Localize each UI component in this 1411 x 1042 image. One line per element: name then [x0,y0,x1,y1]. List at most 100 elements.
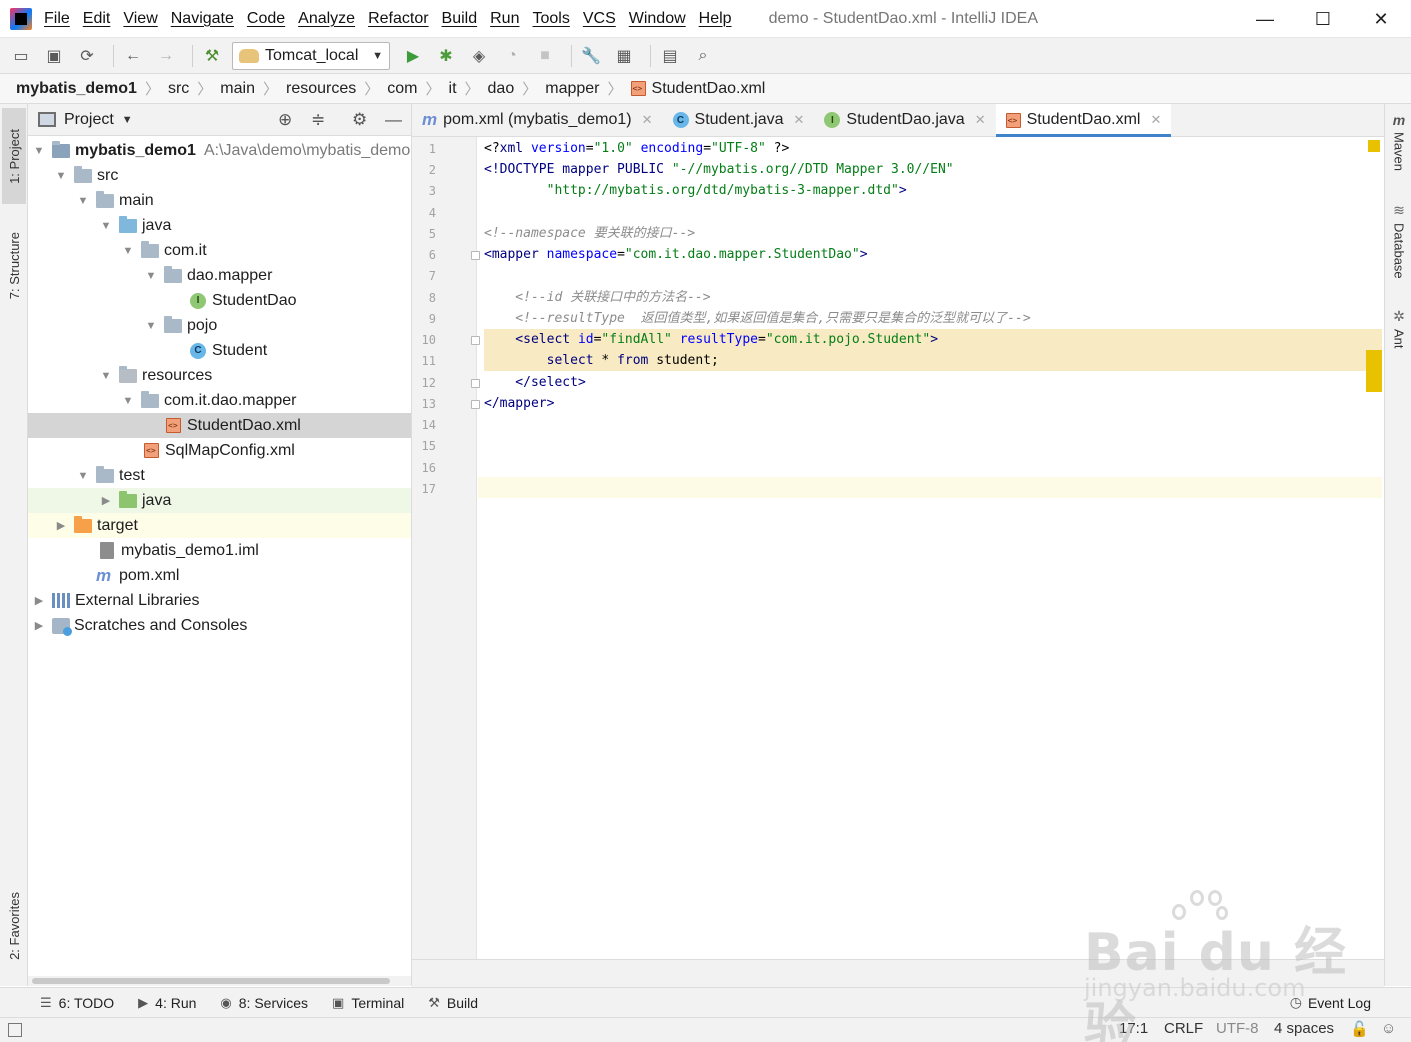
sync-icon[interactable]: ⟳ [74,43,100,69]
breadcrumb-item[interactable]: main [220,80,255,98]
expanded-arrow-icon[interactable]: ▼ [144,320,158,332]
tree-node-test-root[interactable]: ▶ java [28,488,411,513]
tree-node-external-libraries[interactable]: ▶ External Libraries [28,588,411,613]
forward-arrow-icon[interactable]: → [153,43,179,69]
hide-minus-icon[interactable]: — [385,110,402,130]
stop-icon[interactable]: ■ [532,43,558,69]
fold-marker-icon[interactable] [471,400,480,409]
fold-marker-icon[interactable] [471,379,480,388]
breadcrumb-item[interactable]: StudentDao.xml [652,80,766,98]
locate-crosshair-icon[interactable]: ⊕ [278,110,292,130]
expanded-arrow-icon[interactable]: ▼ [54,170,68,182]
close-tab-icon[interactable]: ✕ [1150,112,1161,128]
profile-icon[interactable]: ◔ [499,43,525,69]
tree-node-class[interactable]: C Student [28,338,411,363]
expanded-arrow-icon[interactable]: ▼ [76,470,90,482]
menu-analyze[interactable]: Analyze [298,10,355,28]
minimize-button[interactable]: — [1236,0,1294,38]
fold-marker-icon[interactable] [471,336,480,345]
breadcrumb-item[interactable]: com [387,80,417,98]
expanded-arrow-icon[interactable]: ▼ [99,220,113,232]
tree-node-folder[interactable]: ▼ com.it.dao.mapper [28,388,411,413]
menu-navigate[interactable]: Navigate [171,10,234,28]
horizontal-scrollbar[interactable] [28,976,411,986]
presentation-icon[interactable]: ▤ [657,43,683,69]
breadcrumb-item[interactable]: dao [488,80,515,98]
search-icon[interactable]: ⌕ [690,43,716,69]
collapsed-arrow-icon[interactable]: ▶ [99,494,113,507]
coverage-icon[interactable]: ◈ [466,43,492,69]
close-tab-icon[interactable]: ✕ [793,112,804,128]
menu-view[interactable]: View [123,10,157,28]
gear-icon[interactable]: ⚙ [352,110,367,130]
error-stripe-marker[interactable] [1366,350,1382,392]
breadcrumb-item[interactable]: src [168,80,189,98]
open-folder-icon[interactable]: ▭ [8,43,34,69]
tree-node-resources-root[interactable]: ▼ resources [28,363,411,388]
project-panel-title[interactable]: Project [64,111,114,129]
tab-studentdao-xml[interactable]: StudentDao.xml ✕ [995,104,1172,137]
tab-student-java[interactable]: C Student.java ✕ [663,104,815,136]
expanded-arrow-icon[interactable]: ▼ [76,195,90,207]
tree-node-scratches[interactable]: ▶ Scratches and Consoles [28,613,411,638]
tab-pom-xml[interactable]: m pom.xml (mybatis_demo1) ✕ [412,104,663,136]
collapse-all-icon[interactable]: ≑ [311,110,325,130]
tree-node-folder[interactable]: ▼ test [28,463,411,488]
line-separator[interactable]: CRLF [1164,1020,1203,1037]
menu-window[interactable]: Window [629,10,686,28]
run-configuration-dropdown[interactable]: Tomcat_local ▼ [232,41,390,70]
event-log-button[interactable]: ◷ Event Log [1290,994,1371,1011]
expanded-arrow-icon[interactable]: ▼ [121,395,135,407]
tab-studentdao-java[interactable]: I StudentDao.java ✕ [814,104,995,136]
menu-build[interactable]: Build [442,10,478,28]
tool-tab-database[interactable]: ≋ Database [1387,202,1411,279]
tool-button-todo[interactable]: ☰ 6: TODO [40,995,114,1011]
scrollbar-thumb[interactable] [32,978,390,984]
collapsed-arrow-icon[interactable]: ▶ [32,594,46,607]
indent-setting[interactable]: 4 spaces [1274,1020,1334,1037]
breadcrumb-item[interactable]: mybatis_demo1 [16,80,137,98]
breadcrumb-item[interactable]: resources [286,80,356,98]
debug-bug-icon[interactable]: ✱ [433,43,459,69]
tree-node-package[interactable]: ▼ pojo [28,313,411,338]
tree-node-folder[interactable]: ▼ main [28,188,411,213]
file-encoding[interactable]: UTF-8 [1216,1020,1259,1037]
tree-node-folder[interactable]: ▼ src [28,163,411,188]
run-icon[interactable]: ▶ [400,43,426,69]
breadcrumb-item[interactable]: mapper [545,80,599,98]
tree-node-interface[interactable]: I StudentDao [28,288,411,313]
tree-node-module[interactable]: ▼ mybatis_demo1 A:\Java\demo\mybatis_dem… [28,138,411,163]
inspector-icon[interactable]: ☺ [1381,1020,1396,1037]
tree-node-xml-file-selected[interactable]: StudentDao.xml [28,413,411,438]
collapsed-arrow-icon[interactable]: ▶ [54,519,68,532]
settings-wrench-icon[interactable]: 🔧 [578,43,604,69]
fold-marker-icon[interactable] [471,251,480,260]
menu-file[interactable]: File [44,10,70,28]
collapsed-arrow-icon[interactable]: ▶ [32,619,46,632]
project-structure-icon[interactable]: ▦ [611,43,637,69]
close-window-button[interactable]: ✕ [1352,0,1410,38]
tool-tab-ant[interactable]: ✲ Ant [1387,308,1411,349]
inspection-status-icon[interactable] [1368,140,1380,152]
save-all-icon[interactable]: ▣ [41,43,67,69]
tree-node-xml-file[interactable]: SqlMapConfig.xml [28,438,411,463]
tool-button-services[interactable]: ◉ 8: Services [220,995,308,1011]
tree-node-iml-file[interactable]: mybatis_demo1.iml [28,538,411,563]
close-tab-icon[interactable]: ✕ [642,112,653,128]
expanded-arrow-icon[interactable]: ▼ [99,370,113,382]
expanded-arrow-icon[interactable]: ▼ [32,145,46,157]
tool-tab-structure[interactable]: 7: Structure [2,216,26,316]
tree-node-pom-file[interactable]: m pom.xml [28,563,411,588]
tool-button-terminal[interactable]: ▣ Terminal [332,995,404,1011]
tool-tab-maven[interactable]: m Maven [1387,112,1411,171]
breadcrumb-item[interactable]: it [449,80,457,98]
tool-button-build[interactable]: ⚒ Build [428,995,478,1011]
tree-node-excluded-folder[interactable]: ▶ target [28,513,411,538]
expanded-arrow-icon[interactable]: ▼ [144,270,158,282]
tree-node-package[interactable]: ▼ com.it [28,238,411,263]
menu-help[interactable]: Help [699,10,732,28]
code-editor[interactable]: 1 2 3 4 5 6 7 8 9 10 11 12 13 14 15 16 1… [412,137,1384,959]
tool-windows-toggle-icon[interactable] [8,1023,22,1037]
menu-code[interactable]: Code [247,10,285,28]
back-arrow-icon[interactable]: ← [120,43,146,69]
